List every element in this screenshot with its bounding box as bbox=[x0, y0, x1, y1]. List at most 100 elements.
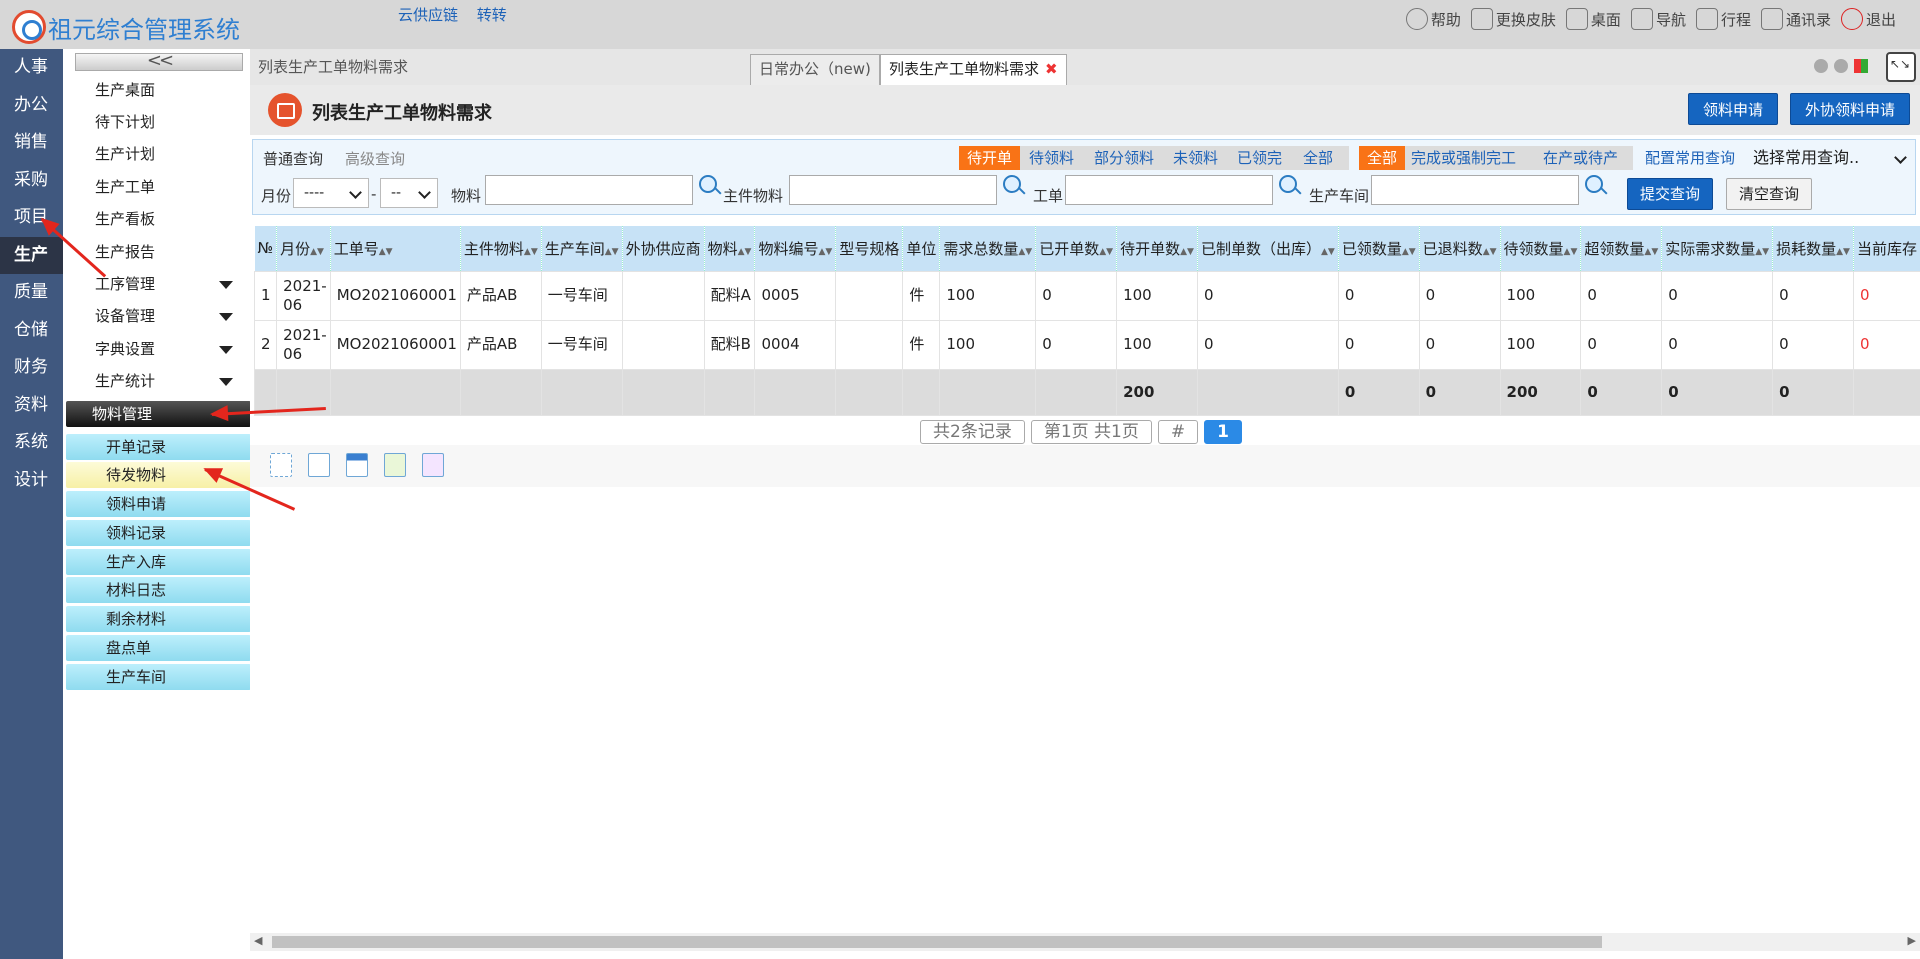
select-table-icon[interactable] bbox=[270, 453, 292, 477]
sidebar-sub-inventory-count[interactable]: 盘点单 bbox=[66, 635, 251, 661]
pager-hash[interactable]: # bbox=[1157, 420, 1199, 444]
column-header[interactable]: 月份▲▼ bbox=[276, 226, 331, 271]
month-from-select[interactable]: ---- bbox=[293, 178, 369, 208]
submit-query-button[interactable]: 提交查询 bbox=[1627, 178, 1714, 210]
sidebar-item-kanban[interactable]: 生产看板 bbox=[67, 204, 249, 234]
sidebar-sub-workshop[interactable]: 生产车间 bbox=[66, 664, 251, 690]
sidebar-item-equipment-mgmt[interactable]: 设备管理 bbox=[67, 301, 249, 331]
column-header[interactable]: 需求总数量▲▼ bbox=[939, 226, 1037, 271]
workshop-search-icon[interactable] bbox=[1585, 175, 1603, 193]
config-common-query-link[interactable]: 配置常用查询 bbox=[1637, 146, 1743, 170]
sort-icon[interactable]: ▲▼ bbox=[1836, 247, 1850, 257]
sidebar-item-statistics[interactable]: 生产统计 bbox=[67, 366, 249, 396]
sidebar-sub-production-storage[interactable]: 生产入库 bbox=[66, 549, 251, 575]
sidebar-collapse-button[interactable]: << bbox=[75, 52, 243, 71]
tab-list-icon[interactable] bbox=[1854, 59, 1868, 73]
sidebar-item-production-plan[interactable]: 生产计划 bbox=[67, 139, 249, 169]
tab-material-demand[interactable]: 列表生产工单物料需求 ✖ bbox=[880, 54, 1067, 85]
filter-pending-order[interactable]: 待开单 bbox=[959, 146, 1021, 170]
scroll-left-icon[interactable]: ◀ bbox=[254, 934, 262, 947]
puzzle-icon[interactable] bbox=[422, 453, 444, 477]
column-header[interactable]: 损耗数量▲▼ bbox=[1772, 226, 1854, 271]
main-material-search-icon[interactable] bbox=[1003, 175, 1021, 193]
sort-icon[interactable]: ▲▼ bbox=[1018, 247, 1032, 257]
column-header[interactable]: 外协供应商 bbox=[622, 226, 705, 271]
sort-icon[interactable]: ▲▼ bbox=[819, 247, 833, 257]
navigation-button[interactable]: 导航 bbox=[1630, 8, 1686, 30]
module-design[interactable]: 设计 bbox=[0, 462, 63, 500]
scroll-right-icon[interactable]: ▶ bbox=[1908, 934, 1916, 947]
clear-query-button[interactable]: 清空查询 bbox=[1726, 178, 1813, 210]
column-header[interactable]: 主件物料▲▼ bbox=[460, 226, 542, 271]
filter-all-completion[interactable]: 全部 bbox=[1359, 146, 1406, 170]
module-finance[interactable]: 财务 bbox=[0, 349, 63, 387]
sort-icon[interactable]: ▲▼ bbox=[605, 247, 619, 257]
column-header[interactable]: 已开单数▲▼ bbox=[1035, 226, 1118, 271]
column-header[interactable]: 待领数量▲▼ bbox=[1500, 226, 1582, 271]
filter-in-production[interactable]: 在产或待产 bbox=[1535, 146, 1626, 170]
desktop-button[interactable]: 桌面 bbox=[1565, 8, 1621, 30]
horizontal-scrollbar[interactable]: ◀ ▶ bbox=[250, 933, 1920, 951]
tab-advanced-query[interactable]: 高级查询 bbox=[345, 148, 405, 169]
schedule-button[interactable]: 行程 bbox=[1695, 8, 1751, 30]
sidebar-item-process-mgmt[interactable]: 工序管理 bbox=[67, 269, 249, 299]
module-quality[interactable]: 质量 bbox=[0, 274, 63, 312]
table-row[interactable]: 2 2021-06 MO2021060001 产品AB 一号车间 配料B 0004 件 100 0… bbox=[253, 319, 1920, 370]
column-header[interactable]: 物料▲▼ bbox=[704, 226, 756, 271]
sort-icon[interactable]: ▲▼ bbox=[1180, 247, 1194, 257]
column-header[interactable]: 生产车间▲▼ bbox=[541, 226, 623, 271]
sort-icon[interactable]: ▲▼ bbox=[1402, 247, 1416, 257]
module-office[interactable]: 办公 bbox=[0, 87, 63, 125]
sort-icon[interactable]: ▲▼ bbox=[1564, 247, 1578, 257]
column-header[interactable]: 实际需求数量▲▼ bbox=[1661, 226, 1774, 271]
column-header[interactable]: 待开单数▲▼ bbox=[1116, 226, 1198, 271]
sort-icon[interactable]: ▲▼ bbox=[1755, 247, 1769, 257]
filter-picked[interactable]: 已领完 bbox=[1229, 146, 1290, 170]
sidebar-item-production-desktop[interactable]: 生产桌面 bbox=[67, 75, 249, 105]
column-header[interactable]: 当前库存 bbox=[1853, 226, 1920, 271]
filter-all-status[interactable]: 全部 bbox=[1295, 146, 1341, 170]
document-icon[interactable] bbox=[308, 453, 330, 477]
sidebar-sub-order-records[interactable]: 开单记录 bbox=[66, 434, 251, 460]
link-cloud-supply[interactable]: 云供应链 bbox=[398, 6, 458, 24]
logout-button[interactable]: 退出 bbox=[1840, 8, 1896, 30]
sort-icon[interactable]: ▲▼ bbox=[1644, 247, 1658, 257]
next-tab-icon[interactable] bbox=[1834, 59, 1848, 73]
sort-icon[interactable]: ▲▼ bbox=[1483, 247, 1497, 257]
fullscreen-icon[interactable] bbox=[1886, 52, 1916, 82]
work-order-search-icon[interactable] bbox=[1279, 175, 1297, 193]
filter-completed[interactable]: 完成或强制完工 bbox=[1403, 146, 1524, 170]
column-header[interactable]: 型号规格 bbox=[835, 226, 904, 271]
sidebar-sub-material-records[interactable]: 领料记录 bbox=[66, 520, 251, 546]
sort-icon[interactable]: ▲▼ bbox=[379, 247, 393, 257]
module-sales[interactable]: 销售 bbox=[0, 124, 63, 162]
sidebar-item-pending-plan[interactable]: 待下计划 bbox=[67, 107, 249, 137]
column-header[interactable]: 已领数量▲▼ bbox=[1338, 226, 1420, 271]
column-header[interactable]: № bbox=[254, 226, 278, 271]
common-query-select[interactable]: 选择常用查询.. bbox=[1743, 144, 1913, 174]
filter-not-picked[interactable]: 未领料 bbox=[1165, 146, 1226, 170]
tab-daily-office[interactable]: 日常办公（new) bbox=[750, 54, 880, 85]
column-header[interactable]: 超领数量▲▼ bbox=[1580, 226, 1663, 271]
filter-pending-pick[interactable]: 待领料 bbox=[1021, 146, 1082, 170]
column-header[interactable]: 单位 bbox=[902, 226, 941, 271]
sort-icon[interactable]: ▲▼ bbox=[310, 247, 324, 257]
sort-icon[interactable]: ▲▼ bbox=[524, 247, 538, 257]
sidebar-item-report[interactable]: 生产报告 bbox=[67, 237, 249, 267]
sort-icon[interactable]: ▲▼ bbox=[1099, 247, 1113, 257]
sort-icon[interactable]: ▲▼ bbox=[738, 247, 752, 257]
sidebar-sub-material-request[interactable]: 领料申请 bbox=[66, 491, 251, 517]
month-to-select[interactable]: -- bbox=[380, 178, 438, 208]
filter-partial-pick[interactable]: 部分领料 bbox=[1086, 146, 1162, 170]
material-request-button[interactable]: 领料申请 bbox=[1687, 93, 1778, 125]
module-warehouse[interactable]: 仓储 bbox=[0, 312, 63, 350]
main-material-input[interactable] bbox=[789, 175, 997, 205]
change-skin-button[interactable]: 更换皮肤 bbox=[1470, 8, 1556, 30]
prev-tab-icon[interactable] bbox=[1814, 59, 1828, 73]
scroll-thumb[interactable] bbox=[272, 936, 1602, 948]
module-system[interactable]: 系统 bbox=[0, 424, 63, 462]
close-icon[interactable]: ✖ bbox=[1045, 60, 1058, 78]
sidebar-sub-leftover-material[interactable]: 剩余材料 bbox=[66, 606, 251, 632]
sidebar-sub-material-log[interactable]: 材料日志 bbox=[66, 577, 251, 603]
work-order-input[interactable] bbox=[1065, 175, 1273, 205]
